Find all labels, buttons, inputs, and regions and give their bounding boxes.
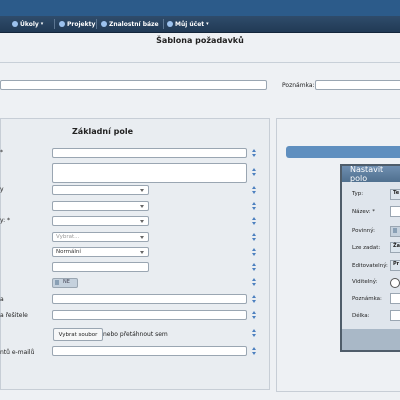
text-input[interactable] xyxy=(52,310,247,320)
required-toggle[interactable] xyxy=(390,226,400,237)
sort-icon[interactable] xyxy=(251,202,257,212)
chevron-down-icon: ▾ xyxy=(40,21,44,27)
priority-select[interactable]: Normální xyxy=(52,247,149,257)
sort-icon[interactable] xyxy=(251,311,257,321)
dialog-footer xyxy=(342,329,400,350)
file-drop-hint: nebo přetáhnout sem xyxy=(103,331,168,338)
visible-radio[interactable] xyxy=(390,278,400,288)
nav-projects[interactable]: Projekty xyxy=(59,19,95,29)
page-title: Šablona požadavků xyxy=(156,36,244,45)
field-label: * xyxy=(0,149,3,156)
text-input[interactable] xyxy=(52,262,149,272)
panel-header-bar xyxy=(286,146,400,158)
nav-tasks-label: Úkoly xyxy=(20,20,39,28)
choose-file-button[interactable]: Vybrat soubor xyxy=(53,328,103,341)
priority-value: Normální xyxy=(56,249,81,255)
select-field[interactable] xyxy=(52,185,149,195)
dialog-note-input[interactable] xyxy=(390,293,400,304)
sort-icon[interactable] xyxy=(251,149,257,159)
field-label: y xyxy=(0,186,4,193)
nav-separator xyxy=(54,19,55,29)
dialog-label: Viditelný: xyxy=(352,279,378,285)
toggle-knob xyxy=(55,280,59,285)
dialog-label: Délka: xyxy=(352,313,370,319)
dialog-label: Typ: xyxy=(352,191,364,197)
select-field[interactable]: Vybrat... xyxy=(52,232,149,242)
sort-icon[interactable] xyxy=(251,263,257,273)
length-input[interactable] xyxy=(390,310,400,321)
text-input[interactable] xyxy=(52,294,247,304)
sort-icon[interactable] xyxy=(251,295,257,305)
dialog-label: Název: * xyxy=(352,209,376,215)
note-field[interactable] xyxy=(315,80,400,90)
main-navbar: Úkoly ▾ Projekty Znalostní báze Můj účet… xyxy=(0,16,400,33)
dialog-label: Editovatelný: xyxy=(352,263,388,269)
nav-my-account-label: Můj účet xyxy=(175,20,205,28)
select-field[interactable] xyxy=(52,201,149,211)
select-placeholder: Vybrat... xyxy=(56,234,80,240)
tasks-icon xyxy=(12,21,18,27)
nav-knowledge-base-label: Znalostní báze xyxy=(109,20,159,28)
email-copies-field[interactable] xyxy=(52,346,247,356)
sort-icon[interactable] xyxy=(251,329,257,339)
toggle-knob xyxy=(393,228,397,233)
nav-tasks[interactable]: Úkoly ▾ xyxy=(12,19,43,29)
can-enter-select[interactable]: Ža xyxy=(390,242,400,253)
sort-icon[interactable] xyxy=(251,168,257,178)
dialog-label: Povinný: xyxy=(352,228,375,234)
projects-icon xyxy=(59,21,65,27)
field-label: ntů e-mailů xyxy=(0,349,35,356)
chevron-down-icon: ▾ xyxy=(206,21,209,27)
dialog-label: Poznámka: xyxy=(352,296,382,302)
nav-knowledge-base[interactable]: Znalostní báze xyxy=(101,19,159,29)
name-field[interactable] xyxy=(0,80,267,90)
field-label: y: * xyxy=(0,217,11,224)
toggle-label: NE xyxy=(63,279,70,285)
basic-fields-title: Základní pole xyxy=(72,127,133,136)
top-strip xyxy=(0,0,400,16)
sort-icon[interactable] xyxy=(251,233,257,243)
nav-separator xyxy=(96,19,97,29)
toggle-switch[interactable]: NE xyxy=(52,278,78,288)
field-label: a xyxy=(0,296,4,303)
textarea-field[interactable] xyxy=(52,163,247,183)
knowledge-base-icon xyxy=(101,21,107,27)
nav-projects-label: Projekty xyxy=(67,20,96,28)
note-label: Poznámka: xyxy=(282,82,315,89)
type-select[interactable]: Te xyxy=(390,189,400,200)
dialog-label: Lze zadat: xyxy=(352,245,381,251)
sort-icon[interactable] xyxy=(251,217,257,227)
text-input[interactable] xyxy=(52,148,247,158)
divider xyxy=(0,62,400,63)
dialog-title: Nastavit polo xyxy=(342,165,400,183)
sort-icon[interactable] xyxy=(251,278,257,288)
account-icon xyxy=(167,21,173,27)
select-field[interactable] xyxy=(52,216,149,226)
nav-my-account[interactable]: Můj účet ▾ xyxy=(167,19,209,29)
editable-select[interactable]: Pr xyxy=(390,260,400,271)
name-input[interactable] xyxy=(390,206,400,217)
field-label: a řešitele xyxy=(0,312,28,319)
sort-icon[interactable] xyxy=(251,347,257,357)
nav-separator xyxy=(163,19,164,29)
sort-icon[interactable] xyxy=(251,186,257,196)
sort-icon[interactable] xyxy=(251,248,257,258)
